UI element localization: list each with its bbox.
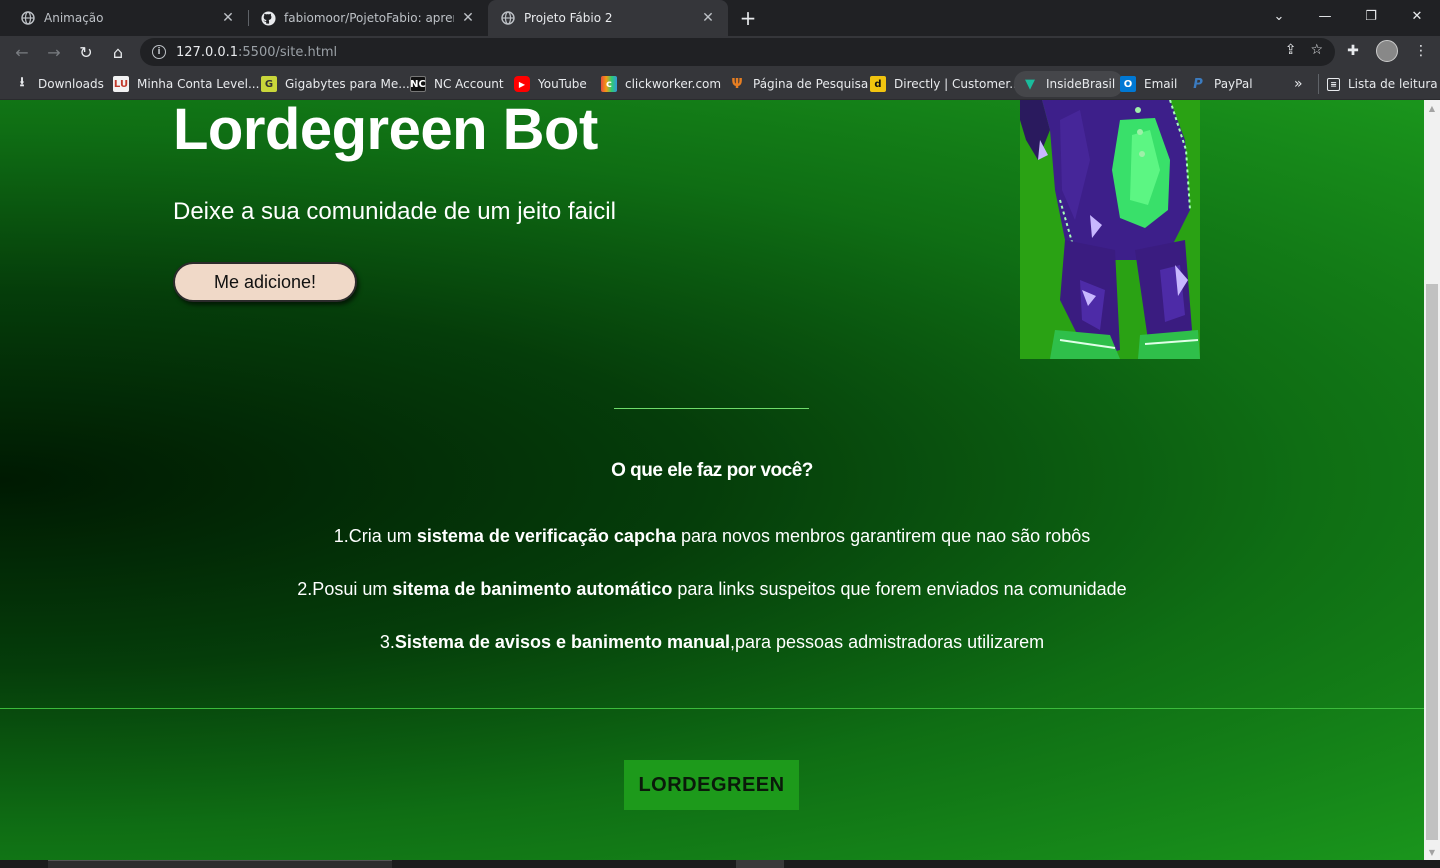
bookmark-youtube[interactable]: ▶ YouTube (514, 68, 587, 100)
avatar[interactable] (1376, 40, 1398, 62)
bookmark-label: Gigabytes para Me... (285, 77, 410, 91)
os-taskbar (0, 860, 1440, 868)
bookmark-gigabytes[interactable]: G Gigabytes para Me... (261, 68, 410, 100)
bookmark-email[interactable]: O Email (1120, 68, 1177, 100)
bookmark-directly[interactable]: d Directly | Customer... (870, 68, 1021, 100)
reading-list-icon: ≡ (1327, 77, 1340, 91)
bookmark-label: YouTube (538, 77, 587, 91)
url-host: 127.0.0.1 (176, 44, 239, 60)
feature-item-3: 3.Sistema de avisos e banimento manual,p… (0, 632, 1424, 653)
reading-list-label: Lista de leitura (1348, 77, 1438, 91)
bookmark-label: NC Account (434, 77, 504, 91)
url-path: :5500/site.html (238, 44, 338, 60)
scroll-down-arrow-icon[interactable]: ▼ (1424, 844, 1440, 860)
globe-icon (20, 10, 36, 26)
paypal-icon: P (1193, 76, 1203, 92)
feature-prefix: 3. (379, 632, 395, 652)
feature-suffix: ,para pessoas admistradoras utilizarem (730, 632, 1045, 652)
tab-title: Projeto Fábio 2 (524, 11, 613, 25)
bookmarks-bar: ⭳ Downloads LU Minha Conta Level... G Gi… (0, 68, 1440, 100)
feature-item-2: 2.Posui um sitema de banimento automátic… (0, 579, 1424, 600)
share-icon[interactable]: ⇪ (1285, 42, 1297, 58)
reload-icon[interactable]: ↻ (74, 40, 98, 64)
section-divider (614, 408, 809, 409)
taskbar-app[interactable] (736, 860, 784, 868)
outlook-icon: O (1120, 76, 1136, 92)
window-controls: ⌄ — ❐ ✕ (1256, 0, 1440, 32)
forward-icon[interactable]: → (42, 40, 66, 64)
bookmark-insidebrasil[interactable]: ▼ InsideBrasil (1014, 71, 1124, 97)
levelup-icon: LU (113, 76, 129, 92)
feature-suffix: para novos menbros garantirem que nao sã… (675, 526, 1091, 546)
hero-subtitle: Deixe a sua comunidade de um jeito faici… (173, 198, 616, 225)
browser-toolbar: ← → ↻ ⌂ i 127.0.0.1:5500/site.html ⇪ ☆ ✚… (0, 36, 1440, 68)
bookmark-label: Página de Pesquisa (753, 77, 869, 91)
feature-highlight: Sistema de avisos e banimento manual (394, 632, 730, 652)
bookmark-star-icon[interactable]: ☆ (1310, 42, 1323, 58)
bookmark-levelup[interactable]: LU Minha Conta Level... (113, 68, 259, 100)
gigabytes-icon: G (261, 76, 277, 92)
tab-github[interactable]: fabiomoor/PojetoFabio: aprende ✕ (248, 0, 488, 36)
tab-strip: Animação ✕ fabiomoor/PojetoFabio: aprend… (0, 0, 1440, 36)
scrollbar-thumb[interactable] (1426, 284, 1438, 840)
back-icon[interactable]: ← (10, 40, 34, 64)
footer-logo[interactable]: LORDEGREEN (624, 760, 799, 810)
feature-highlight: sistema de verificação capcha (416, 526, 676, 546)
hero-title: Lordegreen Bot (173, 100, 598, 162)
insidebrasil-icon: ▼ (1025, 76, 1035, 92)
minimize-icon[interactable]: — (1302, 0, 1348, 32)
close-icon[interactable]: ✕ (700, 10, 716, 26)
tab-title: Animação (44, 11, 104, 25)
bookmark-nc-account[interactable]: NC NC Account (410, 68, 504, 100)
bookmark-label: PayPal (1214, 77, 1253, 91)
bookmark-paypal[interactable]: P PayPal (1190, 68, 1253, 100)
bookmark-downloads[interactable]: ⭳ Downloads (14, 68, 104, 100)
close-icon[interactable]: ✕ (460, 10, 476, 26)
page-scrollbar[interactable]: ▲ ▼ (1424, 100, 1440, 860)
feature-item-1: 1.Cria um sistema de verificação capcha … (0, 526, 1424, 547)
bookmark-label: Directly | Customer... (894, 77, 1021, 91)
bookmarks-overflow-button[interactable]: » (1294, 68, 1303, 100)
clickworker-icon: c (601, 76, 617, 92)
feature-prefix: 1.Cria um (333, 526, 417, 546)
nc-icon: NC (410, 76, 426, 92)
footer-divider (0, 708, 1424, 709)
bookmark-clickworker[interactable]: c clickworker.com (601, 68, 721, 100)
feature-highlight: sitema de banimento automático (392, 579, 673, 599)
add-bot-button[interactable]: Me adicione! (173, 262, 357, 302)
bookmark-label: Email (1144, 77, 1178, 91)
bookmark-pagina-pesquisa[interactable]: Ψ Página de Pesquisa (729, 68, 868, 100)
bookmark-label: Minha Conta Level... (137, 77, 260, 91)
bookmark-label: Downloads (38, 77, 104, 91)
download-icon: ⭳ (19, 75, 25, 90)
github-icon (260, 10, 276, 26)
close-window-icon[interactable]: ✕ (1394, 0, 1440, 32)
feature-prefix: 2.Posui um (297, 579, 393, 599)
feature-suffix: para links suspeitos que forem enviados … (672, 579, 1127, 599)
survey-icon: Ψ (731, 76, 743, 92)
tab-animacao[interactable]: Animação ✕ (8, 0, 248, 36)
info-icon[interactable]: i (152, 45, 166, 59)
directly-icon: d (870, 76, 886, 92)
youtube-icon: ▶ (514, 76, 530, 92)
address-bar[interactable]: i 127.0.0.1:5500/site.html ⇪ ☆ (140, 38, 1335, 66)
menu-icon[interactable]: ⋮ (1410, 40, 1432, 62)
bookmark-label: clickworker.com (625, 77, 722, 91)
taskbar-search[interactable] (48, 860, 392, 868)
close-icon[interactable]: ✕ (220, 10, 236, 26)
home-icon[interactable]: ⌂ (106, 40, 130, 64)
scroll-up-arrow-icon[interactable]: ▲ (1424, 100, 1440, 116)
extensions-icon[interactable]: ✚ (1342, 40, 1364, 62)
bookmark-label: InsideBrasil (1046, 77, 1116, 91)
tab-title: fabiomoor/PojetoFabio: aprende (284, 11, 454, 25)
character-costume-image (1020, 100, 1200, 359)
features-heading: O que ele faz por você? (611, 460, 813, 481)
tab-search-icon[interactable]: ⌄ (1256, 0, 1302, 32)
page-viewport: Lordegreen Bot Deixe a sua comunidade de… (0, 100, 1424, 860)
restore-icon[interactable]: ❐ (1348, 0, 1394, 32)
reading-list-button[interactable]: ≡ Lista de leitura (1318, 74, 1438, 94)
globe-icon (500, 10, 516, 26)
new-tab-button[interactable]: + (736, 6, 760, 30)
tab-projeto-fabio-2[interactable]: Projeto Fábio 2 ✕ (488, 0, 728, 36)
